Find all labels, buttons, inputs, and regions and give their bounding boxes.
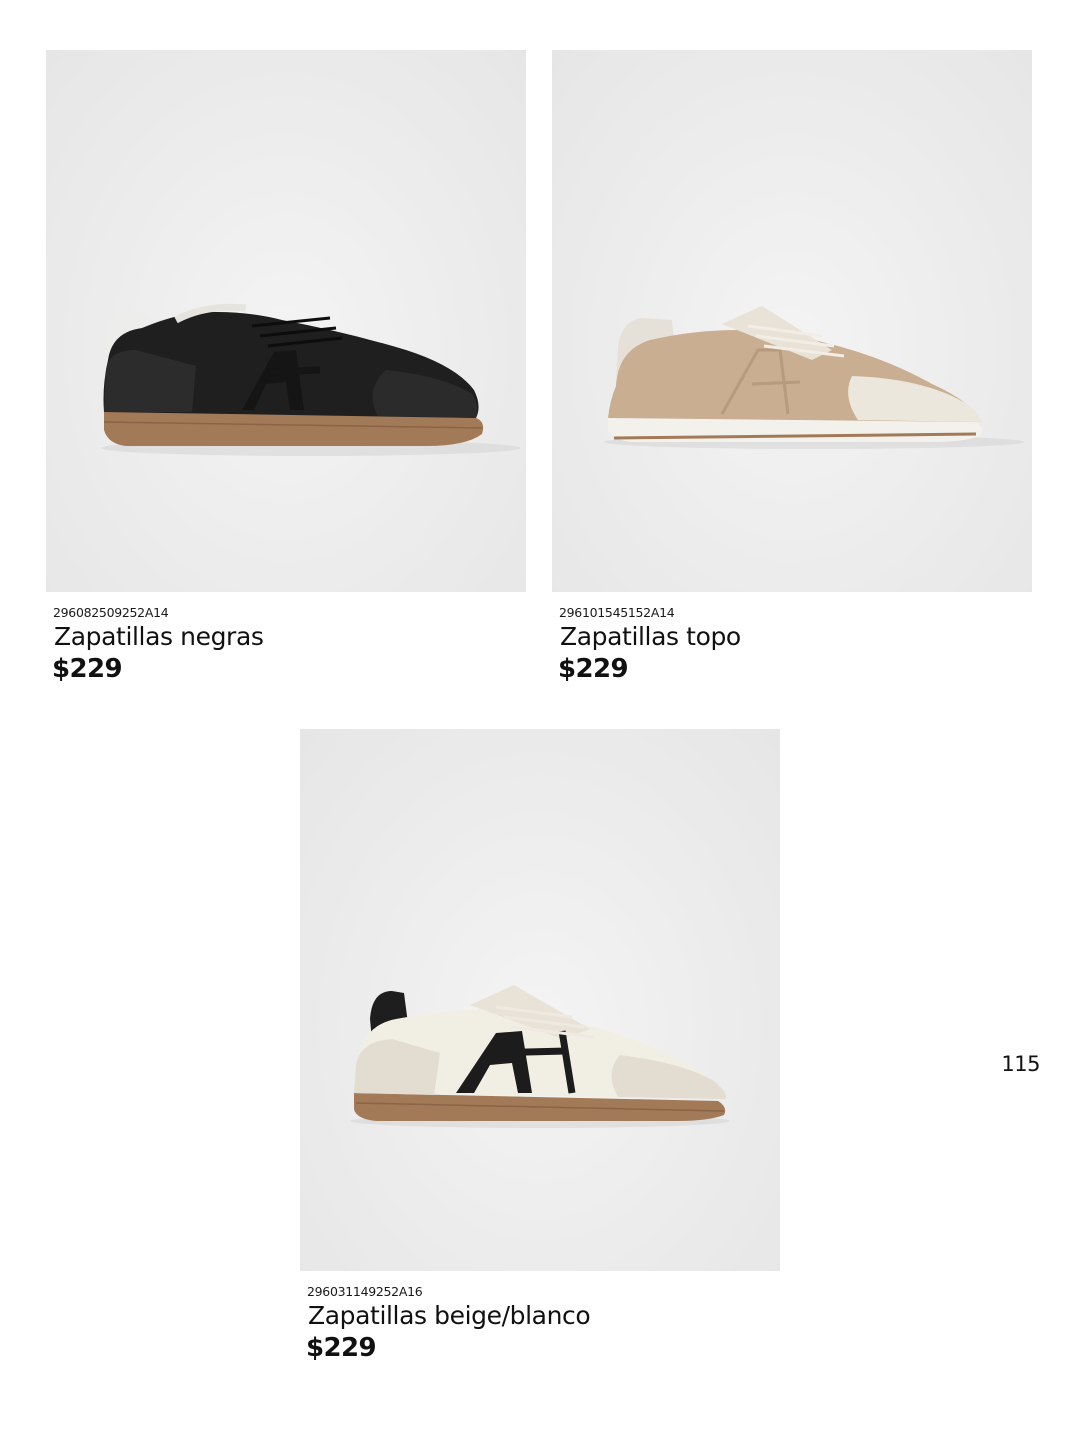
- product-name[interactable]: Zapatillas beige/blanco: [308, 1300, 780, 1332]
- product-price: $229: [306, 1333, 377, 1363]
- product-sku: 296031149252A16: [307, 1284, 423, 1299]
- black-sneaker-illustration: [101, 303, 521, 456]
- product-card[interactable]: 296101545152A14 Zapatillas topo $229: [552, 50, 1032, 685]
- product-sku: 296082509252A14: [53, 605, 169, 620]
- taupe-sneaker-illustration: [604, 306, 1024, 449]
- product-card[interactable]: 296082509252A14 Zapatillas negras $229: [46, 50, 526, 685]
- beige-white-sneaker-illustration: [350, 985, 730, 1128]
- product-price: $229: [558, 654, 629, 684]
- black-sneaker-image[interactable]: [46, 50, 526, 592]
- beige-white-sneaker-image[interactable]: [300, 729, 780, 1271]
- product-name[interactable]: Zapatillas topo: [560, 621, 1032, 653]
- product-sku: 296101545152A14: [559, 605, 675, 620]
- page-number: 115: [1001, 1052, 1040, 1076]
- taupe-sneaker-image[interactable]: [552, 50, 1032, 592]
- product-card[interactable]: 296031149252A16 Zapatillas beige/blanco …: [300, 729, 780, 1364]
- product-price: $229: [52, 654, 123, 684]
- product-name[interactable]: Zapatillas negras: [54, 621, 526, 653]
